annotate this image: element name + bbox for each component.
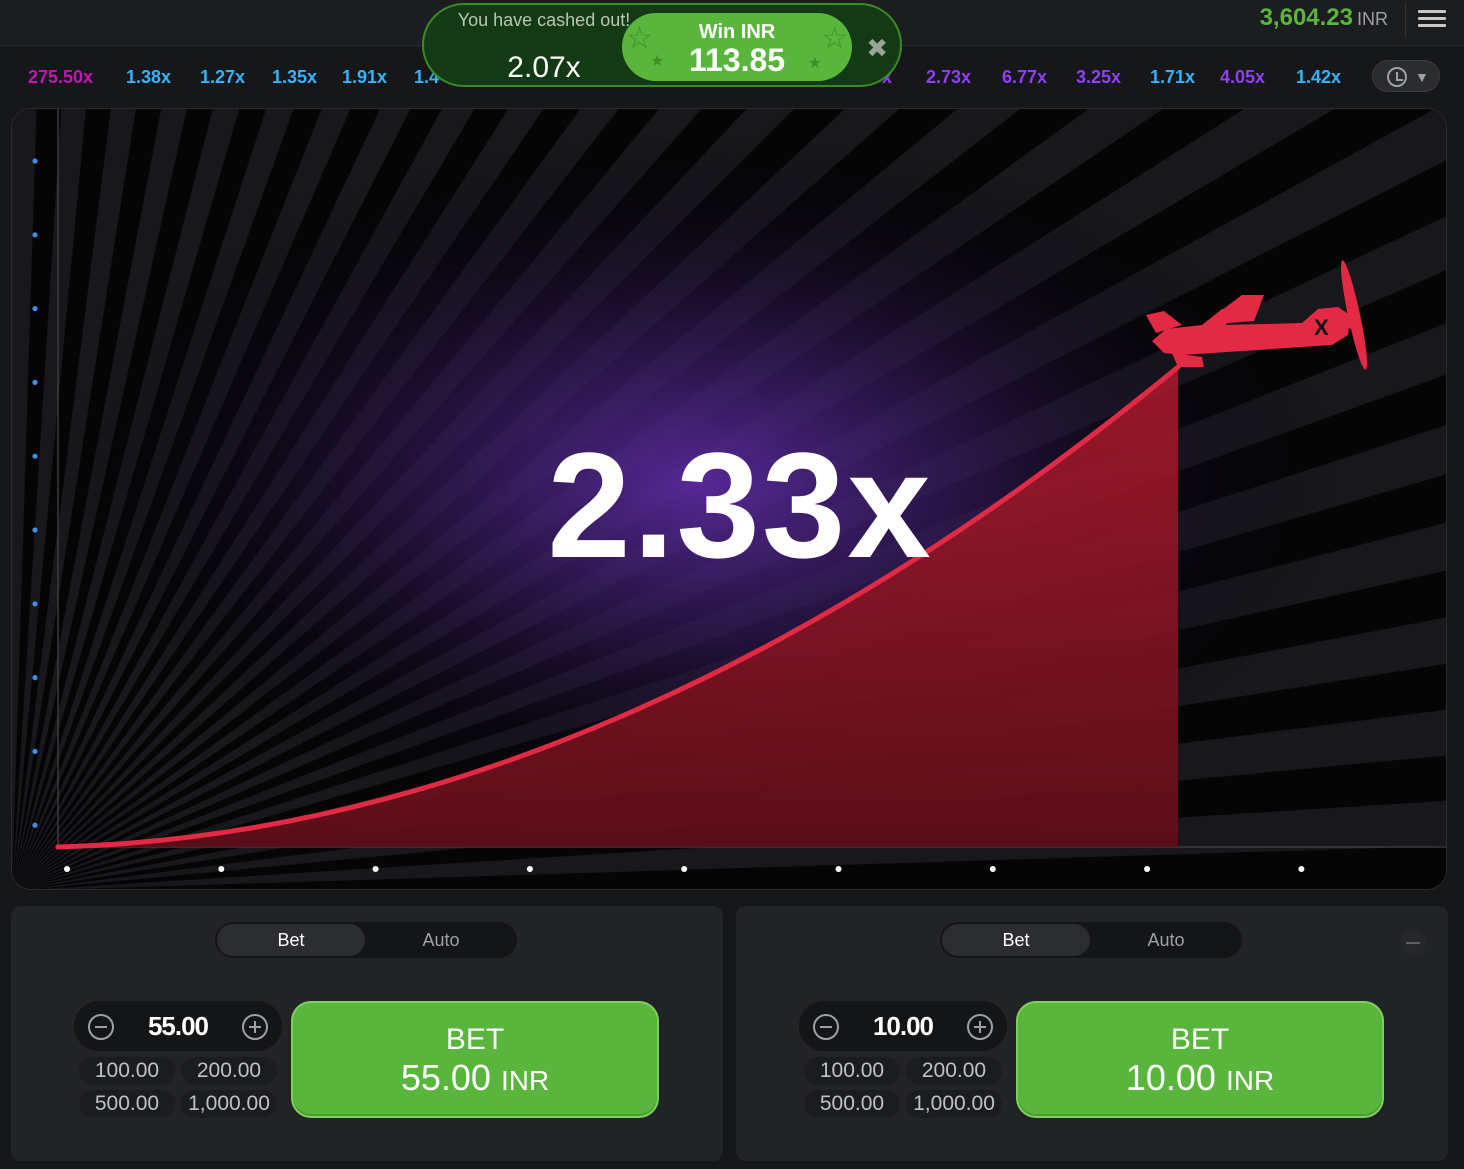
x-axis-dot xyxy=(218,866,225,872)
game-screen: 3,604.23 INR 275.50x 1.38x 1.27x 1.35x 1.91x 1… xyxy=(0,0,1464,1169)
game-canvas: X 2.33x xyxy=(11,108,1447,890)
bet-amount-stepper: 10.00 xyxy=(799,1001,1007,1051)
bet-mode-tabs: Bet Auto xyxy=(940,922,1242,958)
quick-amount-button[interactable]: 1,000.00 xyxy=(906,1090,1002,1118)
bet-amount-stepper: 55.00 xyxy=(74,1001,282,1051)
history-multiplier: 1.91x xyxy=(332,60,398,94)
history-multiplier: 4.05x xyxy=(1210,60,1276,94)
quick-amount-button[interactable]: 100.00 xyxy=(79,1057,175,1085)
star-icon: ★ xyxy=(807,55,822,72)
bet-button[interactable]: BET 10.00 INR xyxy=(1016,1001,1384,1118)
cashout-toast: You have cashed out! 2.07x ☆ ★ ☆ ★ Win I… xyxy=(422,3,902,87)
minus-icon[interactable] xyxy=(813,1014,839,1040)
chevron-down-icon: ▼ xyxy=(1415,69,1429,85)
history-multiplier: 1.42x xyxy=(1286,60,1352,94)
plus-icon[interactable] xyxy=(967,1014,993,1040)
history-multiplier: 1.38x xyxy=(116,60,182,94)
menu-icon[interactable] xyxy=(1418,6,1448,32)
cashout-multiplier: 2.07x xyxy=(507,51,581,84)
x-axis-dot xyxy=(681,866,688,872)
tab-bet[interactable]: Bet xyxy=(217,924,365,956)
x-axis-dot xyxy=(1298,866,1305,872)
plus-icon[interactable] xyxy=(242,1014,268,1040)
balance-amount: 3,604.23 xyxy=(1259,4,1353,31)
bet-button-amount: 10.00 INR xyxy=(1125,1057,1275,1098)
bet-button-amount: 55.00 INR xyxy=(400,1057,550,1098)
quick-amount-button[interactable]: 200.00 xyxy=(906,1057,1002,1085)
bet-button-label: BET xyxy=(1170,1023,1230,1056)
bet-mode-tabs: Bet Auto xyxy=(215,922,517,958)
y-axis-dot xyxy=(32,306,38,312)
bet-button[interactable]: BET 55.00 INR xyxy=(291,1001,659,1118)
history-multiplier: 1.35x xyxy=(262,60,328,94)
tab-auto[interactable]: Auto xyxy=(367,924,515,956)
bet-button-label: BET xyxy=(445,1023,505,1056)
history-toggle-button[interactable]: ▼ xyxy=(1372,60,1440,92)
current-multiplier: 2.33x xyxy=(547,421,933,589)
minus-icon[interactable] xyxy=(88,1014,114,1040)
history-multiplier: 1.71x xyxy=(1140,60,1206,94)
quick-amount-button[interactable]: 200.00 xyxy=(181,1057,277,1085)
star-icon: ☆ xyxy=(821,22,848,55)
bet-amount-input[interactable]: 10.00 xyxy=(843,1001,963,1051)
history-icon xyxy=(1387,67,1407,87)
x-axis-dot xyxy=(835,866,842,872)
tab-auto[interactable]: Auto xyxy=(1092,924,1240,956)
y-axis-dot xyxy=(32,822,38,828)
bet-panel-1: Bet Auto 55.00 100.00 200.00 500.00 1,00… xyxy=(11,906,723,1161)
history-multiplier: 1.27x xyxy=(190,60,256,94)
y-axis-dot xyxy=(32,379,38,385)
quick-amount-button[interactable]: 1,000.00 xyxy=(181,1090,277,1118)
balance-currency: INR xyxy=(1357,9,1388,29)
quick-amount-button[interactable]: 100.00 xyxy=(804,1057,900,1085)
x-axis-dot xyxy=(1144,866,1151,872)
bet-amount-input[interactable]: 55.00 xyxy=(118,1001,238,1051)
quick-amount-button[interactable]: 500.00 xyxy=(79,1090,175,1118)
quick-amount-button[interactable]: 500.00 xyxy=(804,1090,900,1118)
x-axis-dot xyxy=(64,866,70,872)
bet-panel-2: Bet Auto 10.00 100.00 200.00 500.00 1,00… xyxy=(736,906,1448,1161)
history-multiplier: 2.73x xyxy=(916,60,982,94)
history-multiplier: 3.25x xyxy=(1066,60,1132,94)
cashout-message: You have cashed out! xyxy=(457,10,631,30)
x-axis-dot xyxy=(989,866,996,872)
y-axis-dot xyxy=(32,158,38,164)
history-multiplier: 275.50x xyxy=(18,60,104,94)
x-axis-dot xyxy=(372,866,379,872)
win-badge: ☆ ★ ☆ ★ Win INR 113.85 xyxy=(622,13,852,81)
balance: 3,604.23 INR xyxy=(1260,4,1388,32)
y-axis-dot xyxy=(32,675,38,681)
y-axis-dot xyxy=(32,601,38,607)
star-icon: ★ xyxy=(650,53,665,70)
svg-text:X: X xyxy=(1314,315,1329,340)
history-multiplier: 6.77x xyxy=(992,60,1058,94)
y-axis-dot xyxy=(32,748,38,755)
x-axis-dot xyxy=(526,866,533,872)
remove-panel-icon[interactable] xyxy=(1400,930,1426,956)
tab-bet[interactable]: Bet xyxy=(942,924,1090,956)
star-icon: ☆ xyxy=(626,22,653,55)
divider xyxy=(1405,2,1406,38)
y-axis-dot xyxy=(32,232,38,238)
win-label: Win INR xyxy=(698,21,776,43)
close-icon[interactable]: ✖ xyxy=(866,33,888,64)
